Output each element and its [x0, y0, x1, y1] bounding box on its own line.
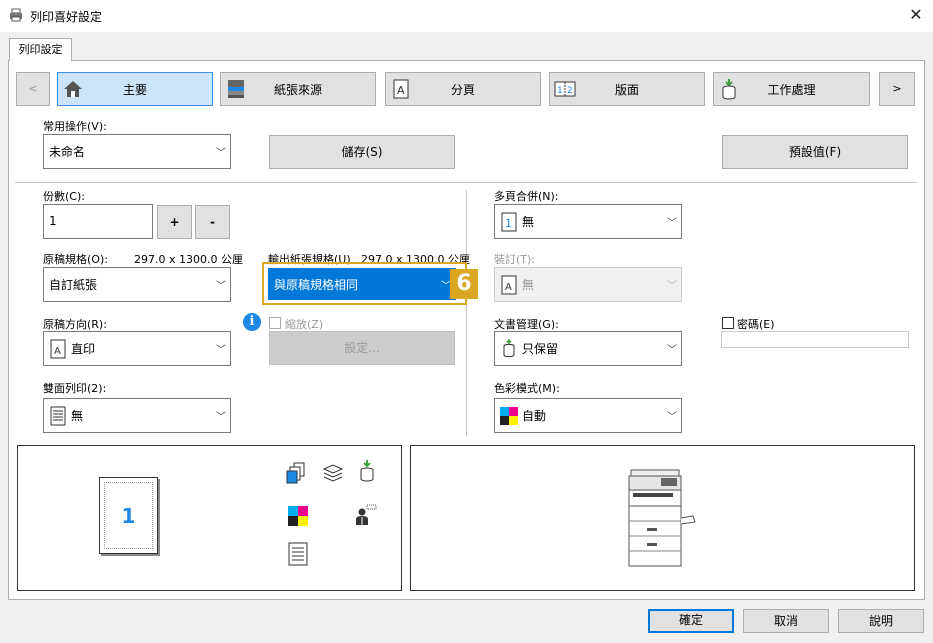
info-icon[interactable]: i [243, 313, 261, 331]
original-size-dims: 297.0 x 1300.0 公厘 [134, 253, 243, 266]
orientation-select[interactable]: A 直印 ﹀ [43, 331, 231, 366]
color-mode-select[interactable]: 自動 ﹀ [494, 398, 682, 433]
nav-item-main[interactable]: 主要 [57, 72, 213, 106]
svg-text:1: 1 [505, 217, 512, 230]
nav-item-label: 紙張來源 [273, 82, 322, 97]
nav-prev-button[interactable]: < [16, 72, 50, 106]
retention-select[interactable]: 只保留 ﹀ [494, 331, 682, 366]
chevron-down-icon: ﹀ [667, 412, 677, 423]
original-size-select[interactable]: 自訂紙張 ﹀ [43, 267, 231, 302]
nav-item-paper-source[interactable]: 紙張來源 [220, 72, 376, 106]
copies-input[interactable]: 1 [43, 204, 153, 239]
output-size-select[interactable]: 與原稿規格相同 ﹀ [268, 268, 456, 300]
nav-item-label: 工作處理 [767, 82, 816, 97]
chevron-down-icon: ﹀ [667, 281, 677, 292]
nav-item-job-handling[interactable]: 工作處理 [713, 72, 870, 106]
zoom-label: 縮放(Z) [285, 318, 324, 331]
chevron-down-icon: ﹀ [216, 345, 226, 356]
original-size-value: 自訂紙張 [49, 278, 98, 292]
color-mode-value: 自動 [522, 409, 547, 423]
binding-label: 裝訂(T): [494, 253, 536, 266]
chevron-down-icon: ﹀ [216, 412, 226, 423]
password-input[interactable] [721, 331, 909, 348]
portrait-page-icon: A [49, 339, 67, 359]
printer-tray-icon [225, 78, 247, 100]
settings-preview-panel [17, 445, 402, 591]
retention-value: 只保留 [522, 342, 559, 356]
duplex-value: 無 [71, 409, 84, 423]
original-size-label: 原稿規格(O): [43, 253, 108, 266]
nav-item-label: 主要 [122, 82, 147, 97]
callout-badge: 6 [450, 269, 478, 299]
nup-value: 無 [522, 215, 535, 229]
layout-icon: 12 [554, 78, 576, 100]
svg-text:A: A [505, 282, 512, 293]
ok-button[interactable]: 確定 [648, 609, 734, 633]
copies-increment-button[interactable]: + [157, 205, 192, 239]
page-number: 1 [121, 504, 136, 528]
nav-item-label: 分頁 [450, 82, 475, 97]
svg-text:A: A [397, 84, 405, 97]
printer-device-icon [625, 466, 697, 571]
copies-stack-icon [286, 462, 308, 487]
copies-label: 份數(C): [43, 190, 85, 203]
page-one-icon: 1 [500, 212, 518, 232]
nav-item-layout[interactable]: 12 版面 [549, 72, 705, 106]
tab-print-settings[interactable]: 列印設定 [9, 38, 72, 61]
color-mode-label: 色彩模式(M): [494, 382, 560, 395]
job-stack-icon [356, 460, 378, 487]
zoom-settings-button[interactable]: 設定... [269, 331, 455, 365]
color-squares-icon [288, 506, 308, 529]
close-button[interactable]: ✕ [905, 4, 927, 26]
printer-icon [9, 8, 23, 22]
password-checkbox[interactable] [722, 317, 734, 329]
nup-label: 多頁合併(N): [494, 190, 559, 203]
binding-select[interactable]: A 無 ﹀ [494, 267, 682, 302]
job-stack-icon [500, 338, 518, 359]
save-button[interactable]: 儲存(S) [269, 135, 455, 169]
user-auth-icon [353, 503, 377, 530]
chevron-down-icon: ﹀ [667, 345, 677, 356]
window-title: 列印喜好設定 [30, 10, 103, 24]
chevron-down-icon: ﹀ [216, 281, 226, 292]
duplex-label: 雙面列印(2): [43, 382, 107, 395]
nav-next-button[interactable]: > [879, 72, 915, 106]
copies-decrement-button[interactable]: - [195, 205, 230, 239]
favorites-select[interactable]: 未命名 ﹀ [43, 134, 231, 169]
svg-text:A: A [54, 346, 61, 357]
binding-value: 無 [522, 278, 535, 292]
chevron-down-icon: ﹀ [667, 218, 677, 229]
output-size-value: 與原稿規格相同 [274, 277, 359, 292]
page-a-icon: A [390, 78, 412, 100]
home-icon [62, 78, 84, 100]
cancel-button[interactable]: 取消 [743, 609, 829, 633]
defaults-button[interactable]: 預設值(F) [722, 135, 908, 169]
nav-item-label: 版面 [614, 82, 639, 97]
paper-stack-icon [322, 462, 344, 487]
password-label: 密碼(E) [737, 318, 775, 331]
svg-text:1: 1 [557, 86, 563, 96]
divider [15, 182, 917, 183]
chevron-down-icon: ﹀ [216, 148, 226, 159]
document-lines-icon [49, 406, 67, 426]
orientation-value: 直印 [71, 342, 96, 356]
nup-select[interactable]: 1 無 ﹀ [494, 204, 682, 239]
duplex-select[interactable]: 無 ﹀ [43, 398, 231, 433]
color-squares-icon [500, 406, 518, 426]
favorites-value: 未命名 [49, 145, 86, 159]
page-a-icon: A [500, 275, 518, 295]
svg-text:2: 2 [567, 86, 573, 96]
orientation-label: 原稿方向(R): [43, 318, 107, 331]
favorites-label: 常用操作(V): [43, 120, 107, 133]
job-stack-icon [718, 78, 740, 100]
retention-label: 文書管理(G): [494, 318, 559, 331]
divider [466, 190, 467, 436]
document-lines-icon [288, 542, 308, 569]
nav-item-finishing[interactable]: A 分頁 [385, 72, 541, 106]
title-bar [0, 0, 933, 32]
zoom-checkbox[interactable] [269, 317, 281, 329]
help-button[interactable]: 說明 [838, 609, 924, 633]
